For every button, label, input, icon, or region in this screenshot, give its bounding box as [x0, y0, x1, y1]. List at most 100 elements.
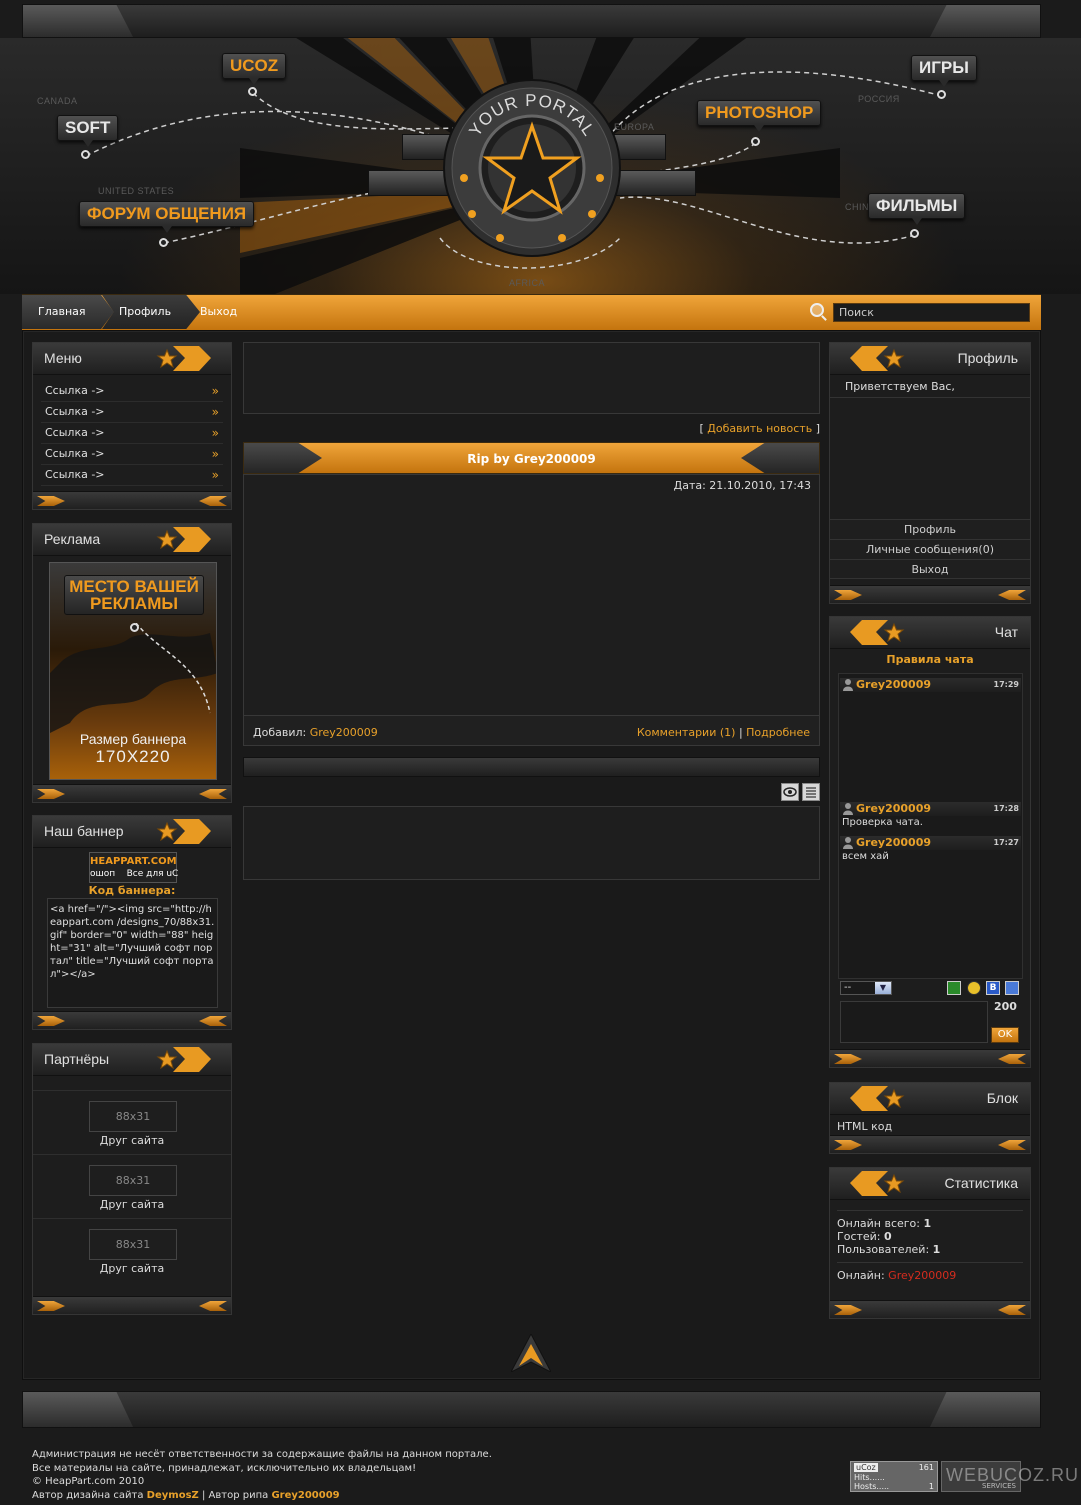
- nav-home[interactable]: Главная: [22, 295, 114, 329]
- partner-item[interactable]: 88x31 Друг сайта: [33, 1218, 231, 1282]
- partner-label: Друг сайта: [99, 1198, 165, 1211]
- counter-hosts-number: 1: [928, 1482, 934, 1491]
- menu-block-header: Меню: [33, 343, 231, 375]
- tag-ucoz[interactable]: UCOZ: [222, 53, 287, 85]
- menu-item[interactable]: Ссылка -> »: [41, 465, 223, 486]
- stats-guests-label: Гостей:: [837, 1230, 881, 1243]
- banner-image[interactable]: HEAPPART.COM ошоп Все для uC: [89, 852, 179, 883]
- scroll-top-icon[interactable]: [511, 1334, 551, 1372]
- footer-design-author[interactable]: DeymosZ: [147, 1490, 199, 1501]
- ads-block-footer: [33, 784, 231, 802]
- our-banner-block: Наш баннер HEAPPART.COM ошоп Все для uC …: [32, 815, 232, 1030]
- top-bar: [22, 4, 1041, 38]
- post-more-link[interactable]: Подробнее: [746, 726, 810, 739]
- refresh-icon[interactable]: [947, 981, 961, 995]
- user-icon: [843, 803, 853, 815]
- add-news-link[interactable]: Добавить новость: [707, 422, 812, 435]
- tag-films[interactable]: ФИЛЬМЫ: [868, 193, 966, 225]
- star-deco-icon: [850, 1171, 905, 1196]
- header-banner: CANADA UNITED STATES EUROPA AFRICA РОССИ…: [0, 38, 1081, 294]
- menu-item-label: Ссылка ->: [45, 384, 105, 397]
- post-author-link[interactable]: Grey200009: [310, 726, 378, 739]
- our-banner-footer: [33, 1011, 231, 1029]
- post-title[interactable]: Rip by Grey200009: [244, 443, 819, 475]
- chat-ok-button[interactable]: OK: [991, 1027, 1019, 1043]
- star-deco-icon: [156, 1047, 211, 1072]
- menu-block: Меню Ссылка -> » Ссылка -> » Ссылка -> » Сс…: [32, 342, 232, 510]
- menu-item[interactable]: Ссылка -> »: [41, 381, 223, 402]
- stats-guests-value: 0: [884, 1230, 892, 1243]
- search-input[interactable]: [833, 303, 1030, 322]
- partners-header: Партнёры: [33, 1044, 231, 1076]
- tag-photoshop[interactable]: PHOTOSHOP: [697, 100, 822, 132]
- stats-divider-bottom: [837, 1262, 1023, 1263]
- list-view-icon[interactable]: [802, 783, 820, 801]
- chat-message: Grey200009 17:28 Проверка чата.: [840, 802, 1021, 829]
- logout-link[interactable]: Выход: [830, 559, 1030, 579]
- messages-link[interactable]: Личные сообщения(0): [830, 539, 1030, 559]
- stats-online-label: Онлайн всего:: [837, 1217, 920, 1230]
- html-block-footer: [830, 1135, 1030, 1153]
- chevron-right-icon: »: [211, 384, 219, 398]
- counter-hosts: Hosts.....: [854, 1482, 890, 1491]
- tag-soft[interactable]: SOFT: [57, 115, 119, 147]
- chat-message-input[interactable]: [840, 1001, 988, 1043]
- ads-block-title: Реклама: [44, 531, 101, 547]
- partner-item[interactable]: 88x31 Друг сайта: [33, 1154, 231, 1218]
- footer-rights: Все материалы на сайте, принадлежат, иск…: [32, 1462, 417, 1474]
- chevron-right-icon: »: [211, 426, 219, 440]
- chat-block-footer: [830, 1049, 1030, 1067]
- chat-rules-link[interactable]: Правила чата: [830, 653, 1030, 666]
- post-comments-link[interactable]: Комментарии (1): [637, 726, 736, 739]
- chat-user[interactable]: Grey200009: [856, 802, 931, 815]
- profile-link[interactable]: Профиль: [830, 519, 1030, 539]
- chat-user[interactable]: Grey200009: [856, 678, 931, 691]
- ucoz-counter[interactable]: uCoz 161 Hits...... Hosts..... 1: [850, 1461, 938, 1492]
- html-block-title: Блок: [986, 1090, 1018, 1106]
- stats-online-user-link[interactable]: Grey200009: [888, 1269, 956, 1282]
- ad-banner[interactable]: МЕСТО ВАШЕЙ РЕКЛАМЫ Размер баннера 170X2…: [49, 562, 217, 780]
- banner-image-line1: HEAPPART.COM: [90, 856, 177, 867]
- footer-rip-author[interactable]: Grey200009: [271, 1490, 339, 1501]
- menu-item[interactable]: Ссылка -> »: [41, 423, 223, 444]
- map-label-africa: AFRICA: [509, 278, 546, 288]
- ad-size-value: 170X220: [95, 747, 171, 766]
- banner-code-textarea[interactable]: <a href="/"><img src="http://heappart.co…: [47, 898, 218, 1008]
- partner-banner[interactable]: 88x31: [89, 1101, 177, 1132]
- portal-emblem: YOUR PORTAL: [443, 79, 621, 257]
- menu-item[interactable]: Ссылка -> »: [41, 444, 223, 465]
- smiles-panel-icon[interactable]: [1005, 981, 1019, 995]
- chat-char-limit: 200: [994, 1000, 1017, 1013]
- ad-size: Размер баннера 170X220: [50, 731, 216, 766]
- ad-map-graphic: [50, 623, 216, 733]
- tag-games[interactable]: ИГРЫ: [911, 55, 977, 87]
- post-links: Комментарии (1) | Подробнее: [637, 726, 810, 739]
- menu-item-label: Ссылка ->: [45, 426, 105, 439]
- chat-messages[interactable]: Grey200009 17:29 Grey200009 17:28 Провер…: [838, 673, 1023, 979]
- chat-message: Grey200009 17:27 всем хай: [840, 836, 1021, 863]
- html-block-content: HTML код: [837, 1120, 893, 1133]
- menu-item[interactable]: Ссылка -> »: [41, 402, 223, 423]
- post-author-label: Добавил:: [253, 726, 307, 739]
- chat-time: 17:27: [993, 838, 1019, 847]
- banner-image-line2: ошоп Все для uC: [90, 869, 179, 879]
- bold-icon[interactable]: B: [986, 981, 1000, 995]
- menu-list: Ссылка -> » Ссылка -> » Ссылка -> » Ссылка …: [33, 375, 231, 492]
- chat-user[interactable]: Grey200009: [856, 836, 931, 849]
- star-deco-icon: [850, 620, 905, 645]
- partner-item[interactable]: 88x31 Друг сайта: [33, 1090, 231, 1154]
- chat-select[interactable]: -- ▼: [840, 981, 892, 995]
- ad-size-label: Размер баннера: [79, 731, 187, 747]
- counter-hits: Hits......: [854, 1472, 885, 1482]
- bottom-info-panel: [243, 806, 820, 880]
- chat-message-head: Grey200009 17:28: [840, 802, 1021, 816]
- top-bar-left-cap: [23, 5, 133, 37]
- partner-banner[interactable]: 88x31: [89, 1229, 177, 1260]
- view-eye-icon[interactable]: [781, 783, 799, 801]
- search-icon[interactable]: [810, 303, 824, 317]
- partner-banner[interactable]: 88x31: [89, 1165, 177, 1196]
- smiley-icon[interactable]: [967, 981, 981, 995]
- tag-forum[interactable]: ФОРУМ ОБЩЕНИЯ: [79, 201, 255, 233]
- nav-logout[interactable]: Выход: [184, 295, 294, 329]
- banner-code-title: Код баннера:: [88, 884, 176, 897]
